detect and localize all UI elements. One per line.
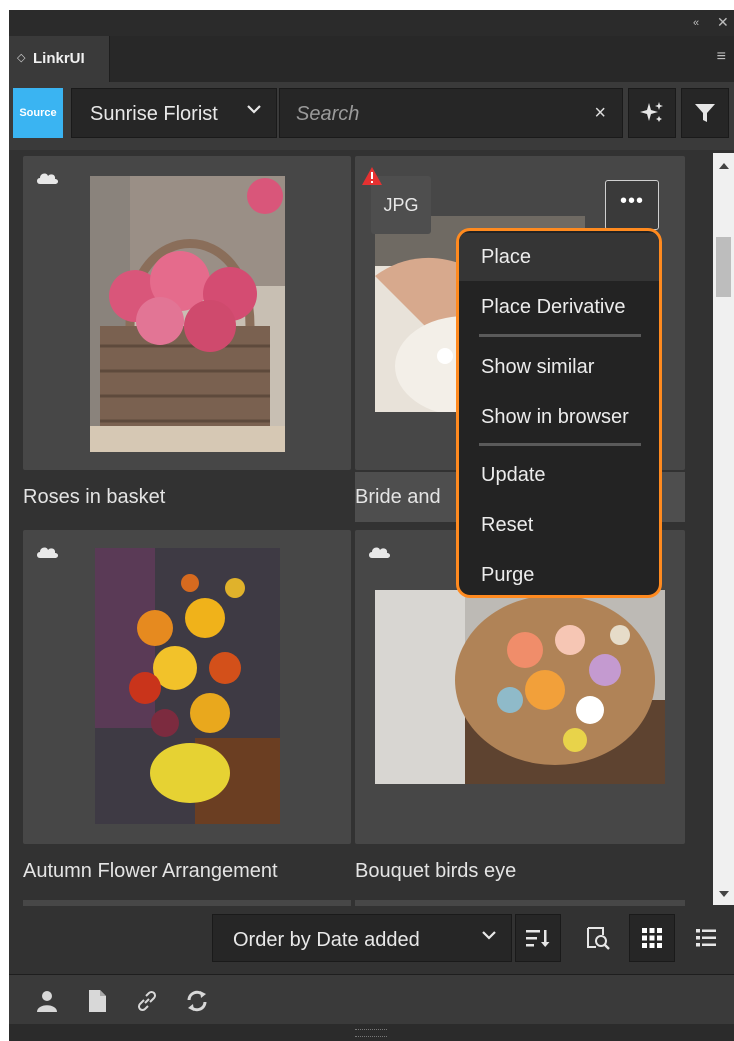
file-icon[interactable] xyxy=(83,987,111,1015)
link-icon[interactable] xyxy=(133,987,161,1015)
chevron-down-icon xyxy=(481,927,497,948)
search-box: × xyxy=(279,88,623,138)
filter-icon xyxy=(695,104,715,122)
clear-search-icon[interactable]: × xyxy=(594,102,606,125)
panel-menu-icon[interactable]: ≡ xyxy=(717,48,726,66)
refresh-icon[interactable] xyxy=(183,987,211,1015)
asset-title: Bouquet birds eye xyxy=(355,860,517,882)
menu-item-update[interactable]: Update xyxy=(459,451,659,499)
sort-icon xyxy=(526,930,550,947)
scroll-thumb[interactable] xyxy=(716,237,731,297)
tab-collapse-icon: ◇ xyxy=(17,52,26,64)
preview-icon xyxy=(587,927,610,950)
thumbnail-roses xyxy=(90,176,285,452)
panel-footer xyxy=(9,974,734,1025)
menu-separator xyxy=(479,443,641,446)
menu-item-purge[interactable]: Purge xyxy=(459,551,659,595)
cloud-icon xyxy=(369,547,390,558)
collapse-icon[interactable]: « xyxy=(693,17,699,29)
asset-title: Autumn Flower Arrangement xyxy=(23,860,278,882)
grip-dots xyxy=(355,1029,387,1037)
panel-titlebar: « ✕ xyxy=(9,10,734,36)
asset-title: Roses in basket xyxy=(23,486,166,508)
asset-context-menu: Place Place Derivative Show similar Show… xyxy=(456,228,662,598)
chevron-down-icon xyxy=(246,101,262,122)
filter-button[interactable] xyxy=(681,88,729,138)
menu-item-place-derivative[interactable]: Place Derivative xyxy=(459,283,659,331)
linkrui-panel: « ✕ ◇ LinkrUI ≡ Source Sunrise Florist × xyxy=(9,10,734,1041)
brand-select-value: Sunrise Florist xyxy=(90,103,218,125)
ai-search-button[interactable] xyxy=(628,88,676,138)
list-view-button[interactable] xyxy=(683,914,729,962)
scroll-up-icon[interactable] xyxy=(719,163,729,169)
sort-view-bar: Order by Date added xyxy=(9,906,734,974)
menu-item-show-similar[interactable]: Show similar xyxy=(459,343,659,391)
warning-icon xyxy=(362,167,382,185)
order-by-value: Order by Date added xyxy=(233,929,420,951)
menu-item-reset[interactable]: Reset xyxy=(459,501,659,549)
grid-view-icon xyxy=(642,928,662,948)
user-icon[interactable] xyxy=(33,987,61,1015)
tab-label: LinkrUI xyxy=(33,50,85,67)
brand-select[interactable]: Sunrise Florist xyxy=(71,88,277,138)
preview-button[interactable] xyxy=(575,914,621,962)
more-options-button[interactable]: ••• xyxy=(605,180,659,230)
sort-direction-button[interactable] xyxy=(515,914,561,962)
sparkle-icon xyxy=(640,102,663,122)
grid-view-button[interactable] xyxy=(629,914,675,962)
toolbar: Source Sunrise Florist × xyxy=(9,82,734,150)
tab-row: ◇ LinkrUI ≡ xyxy=(9,36,734,83)
asset-card-roses[interactable] xyxy=(23,156,351,470)
order-by-select[interactable]: Order by Date added xyxy=(212,914,512,962)
cloud-icon xyxy=(37,173,58,184)
close-icon[interactable]: ✕ xyxy=(717,14,729,31)
menu-item-place[interactable]: Place xyxy=(459,233,659,281)
thumbnail-autumn xyxy=(95,548,280,824)
tab-linkrui[interactable]: ◇ LinkrUI xyxy=(9,36,110,82)
scroll-down-icon[interactable] xyxy=(719,891,729,897)
resize-grip[interactable] xyxy=(9,1024,734,1041)
search-input[interactable] xyxy=(294,99,578,129)
cloud-icon xyxy=(37,547,58,558)
asset-card-autumn[interactable] xyxy=(23,530,351,844)
grid-scrollbar[interactable] xyxy=(713,153,734,905)
menu-separator xyxy=(479,334,641,337)
menu-item-show-in-browser[interactable]: Show in browser xyxy=(459,393,659,441)
source-badge[interactable]: Source xyxy=(13,88,63,138)
list-view-icon xyxy=(696,929,716,947)
thumbnail-bouquet xyxy=(375,590,665,784)
